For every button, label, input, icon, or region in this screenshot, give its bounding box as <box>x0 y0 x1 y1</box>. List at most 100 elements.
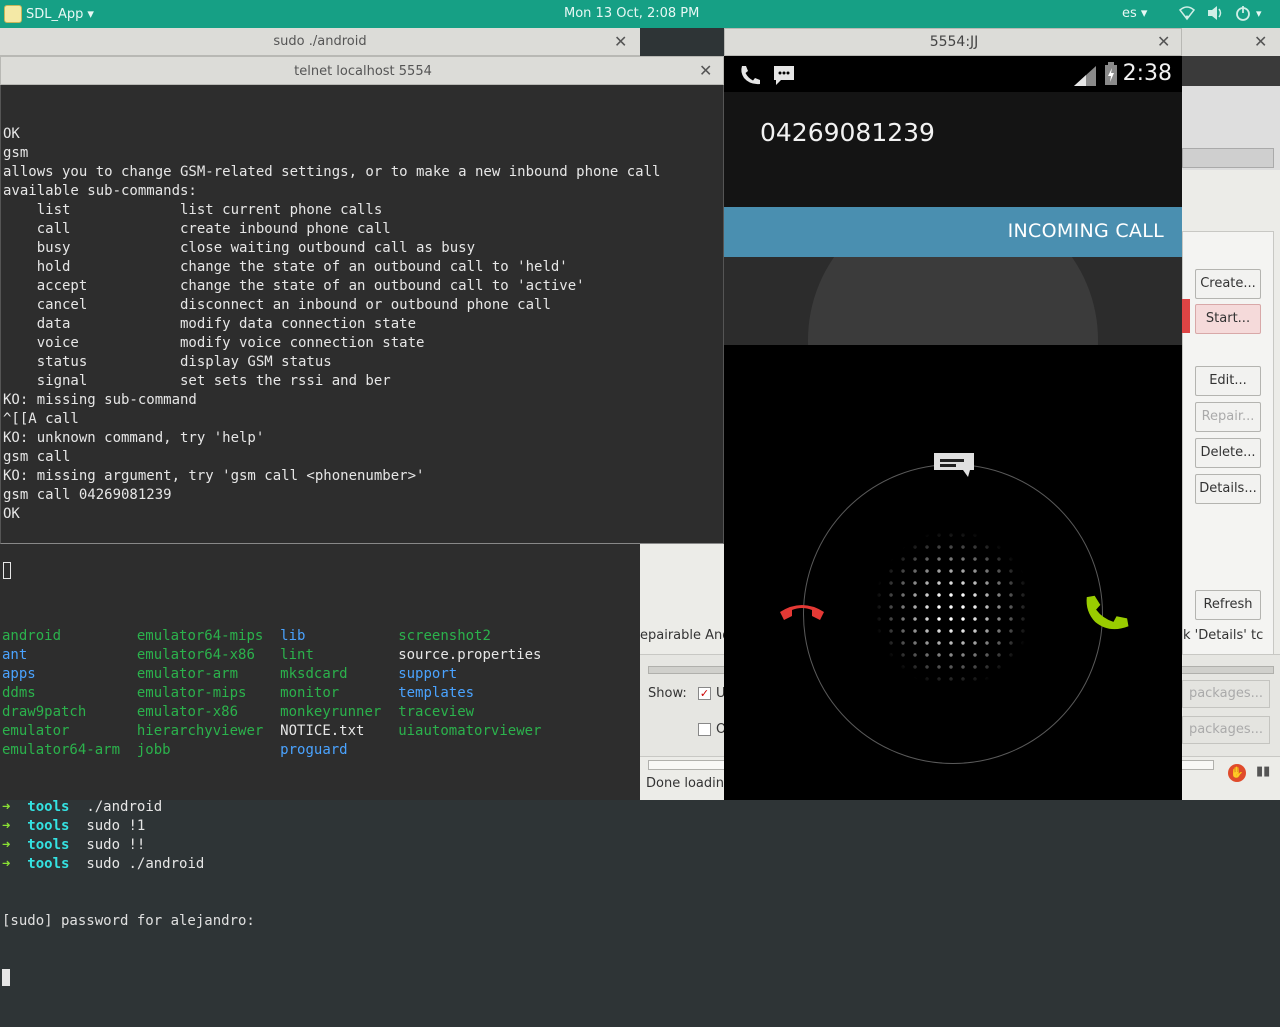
selected-row-highlight <box>1182 299 1190 333</box>
delete-button[interactable]: Delete... <box>1195 438 1261 468</box>
delete-packages-button[interactable]: packages... <box>1182 716 1270 744</box>
emulator-screen[interactable]: 2:38 04269081239 INCOMING CALL <box>724 56 1182 800</box>
close-icon[interactable]: ✕ <box>699 61 712 80</box>
wifi-icon <box>1178 6 1196 21</box>
ls-entry: emulator64-mips <box>136 628 264 644</box>
telnet-titlebar[interactable]: telnet localhost 5554 ✕ <box>0 56 724 85</box>
install-packages-button[interactable]: packages... <box>1182 680 1270 708</box>
close-icon[interactable]: ✕ <box>1254 32 1267 51</box>
details-button[interactable]: Details... <box>1195 474 1261 504</box>
ls-entry: mksdcard <box>280 666 348 682</box>
glowpad-handle[interactable] <box>873 529 1033 689</box>
ls-entry: lint <box>280 647 314 663</box>
app-menu-chevron: ▾ <box>87 6 94 22</box>
show-label: Show: <box>648 686 687 701</box>
system-tray[interactable]: ▾ <box>1178 4 1262 22</box>
terminal-line: available sub-commands: <box>3 183 197 199</box>
keyboard-layout-menu[interactable]: es ▾ <box>1122 6 1147 21</box>
start-button[interactable]: Start... <box>1195 304 1261 334</box>
system-menu-chevron: ▾ <box>1256 7 1262 20</box>
terminal-line: KO: unknown command, try 'help' <box>3 430 265 446</box>
scrollbar[interactable] <box>1182 148 1274 168</box>
terminal-cursor <box>3 562 11 579</box>
ls-entry: proguard <box>280 742 348 758</box>
terminal-line: status display GSM status <box>3 354 332 370</box>
close-icon[interactable]: ✕ <box>614 32 627 51</box>
app-menu-label: SDL_App <box>26 6 84 22</box>
prompt-directory: tools <box>27 799 70 815</box>
terminal-output: android emulator64-mips lib screenshot2 ant e… <box>2 589 567 1027</box>
sudo-android-titlebar[interactable]: sudo ./android ✕ <box>0 28 640 56</box>
terminal-line: call create inbound phone call <box>3 221 391 237</box>
prompt-arrow-icon: ➜ <box>2 818 11 834</box>
android-status-bar: 2:38 <box>724 56 1182 92</box>
ls-entry: screenshot2 <box>398 628 491 644</box>
ls-entry: android <box>2 628 62 644</box>
ls-entry: emulator64-x86 <box>136 647 255 663</box>
caller-info <box>724 92 1182 207</box>
ls-row: emulator hierarchyviewer NOTICE.txt uiautom… <box>2 722 567 741</box>
ls-entry: templates <box>398 685 475 701</box>
ls-entry: source.properties <box>398 647 542 663</box>
contact-silhouette <box>808 257 1098 345</box>
terminal-line: gsm call <box>3 449 71 465</box>
ls-row: apps emulator-arm mksdcard support <box>2 665 567 684</box>
sms-notification-icon <box>774 66 794 85</box>
terminal-line: hold change the state of an outbound cal… <box>3 259 568 275</box>
telnet-terminal[interactable]: OK gsm allows you to change GSM-related se… <box>0 85 724 579</box>
terminal-line: KO: missing argument, try 'gsm call <pho… <box>3 468 425 484</box>
ls-entry: apps <box>2 666 36 682</box>
terminal-line: ^[[A call <box>3 411 79 427</box>
app-menu[interactable]: SDL_App ▾ <box>4 4 94 24</box>
ls-entry: support <box>398 666 458 682</box>
volume-icon <box>1208 6 1222 20</box>
edit-button[interactable]: Edit... <box>1195 366 1261 396</box>
terminal-cursor <box>2 969 10 986</box>
sdk-manager-titlebar[interactable]: ✕ <box>1182 28 1280 56</box>
phone-notification-icon <box>741 66 760 85</box>
shell-prompt-line: ➜ tools ./android <box>2 798 567 817</box>
prompt-arrow-icon: ➜ <box>2 799 11 815</box>
ls-entry: emulator <box>2 723 70 739</box>
repair-button[interactable]: Repair... <box>1195 402 1261 432</box>
ls-entry: emulator-mips <box>136 685 247 701</box>
ls-entry: traceview <box>398 704 475 720</box>
ls-entry: emulator64-arm <box>2 742 121 758</box>
terminal-line: accept change the state of an outbound c… <box>3 278 585 294</box>
answer-call-icon[interactable] <box>1082 590 1130 638</box>
terminal-line: OK <box>3 126 20 142</box>
emulator-titlebar[interactable]: 5554:JJ ✕ <box>724 28 1182 56</box>
create-button[interactable]: Create... <box>1195 269 1261 299</box>
incoming-call-label: INCOMING CALL <box>1007 220 1164 242</box>
power-icon <box>1236 6 1250 21</box>
top-panel: SDL_App ▾ Mon 13 Oct, 2:08 PM es ▾ ▾ <box>0 0 1280 28</box>
terminal-line: voice modify voice connection state <box>3 335 425 351</box>
close-icon[interactable]: ✕ <box>1157 32 1170 51</box>
refresh-button[interactable]: Refresh <box>1195 590 1261 620</box>
ls-entry: NOTICE.txt <box>280 723 365 739</box>
log-icon[interactable]: ▮▮ <box>1256 764 1274 782</box>
ls-entry: monkeyrunner <box>280 704 382 720</box>
legend-text-left: epairable And <box>640 628 731 643</box>
caller-photo <box>724 257 1182 345</box>
terminal-line: KO: missing sub-command <box>3 392 197 408</box>
window-title: 5554:JJ <box>929 34 979 50</box>
reply-sms-icon[interactable] <box>932 450 976 480</box>
status-text: Done loadin <box>646 776 724 791</box>
sdk-manager-menubar <box>1182 56 1280 86</box>
prompt-arrow-icon: ➜ <box>2 837 11 853</box>
stop-icon[interactable]: ✋ <box>1228 764 1246 782</box>
ls-entry: monitor <box>280 685 340 701</box>
terminal-line: cancel disconnect an inbound or outbound… <box>3 297 551 313</box>
decline-call-icon[interactable] <box>776 596 828 626</box>
prompt-command: ./android <box>86 799 163 815</box>
show-updates-checkbox[interactable]: ✓ <box>698 687 711 700</box>
clock[interactable]: Mon 13 Oct, 2:08 PM <box>564 6 699 21</box>
show-obsolete-checkbox[interactable] <box>698 723 711 736</box>
terminal-line: busy close waiting outbound call as busy <box>3 240 476 256</box>
sdl-app-icon <box>4 5 22 23</box>
terminal-line: gsm call 04269081239 <box>3 487 172 503</box>
ls-row: ant emulator64-x86 lint source.properties <box>2 646 567 665</box>
terminal-line: gsm <box>3 145 29 161</box>
ls-entry: jobb <box>136 742 171 758</box>
